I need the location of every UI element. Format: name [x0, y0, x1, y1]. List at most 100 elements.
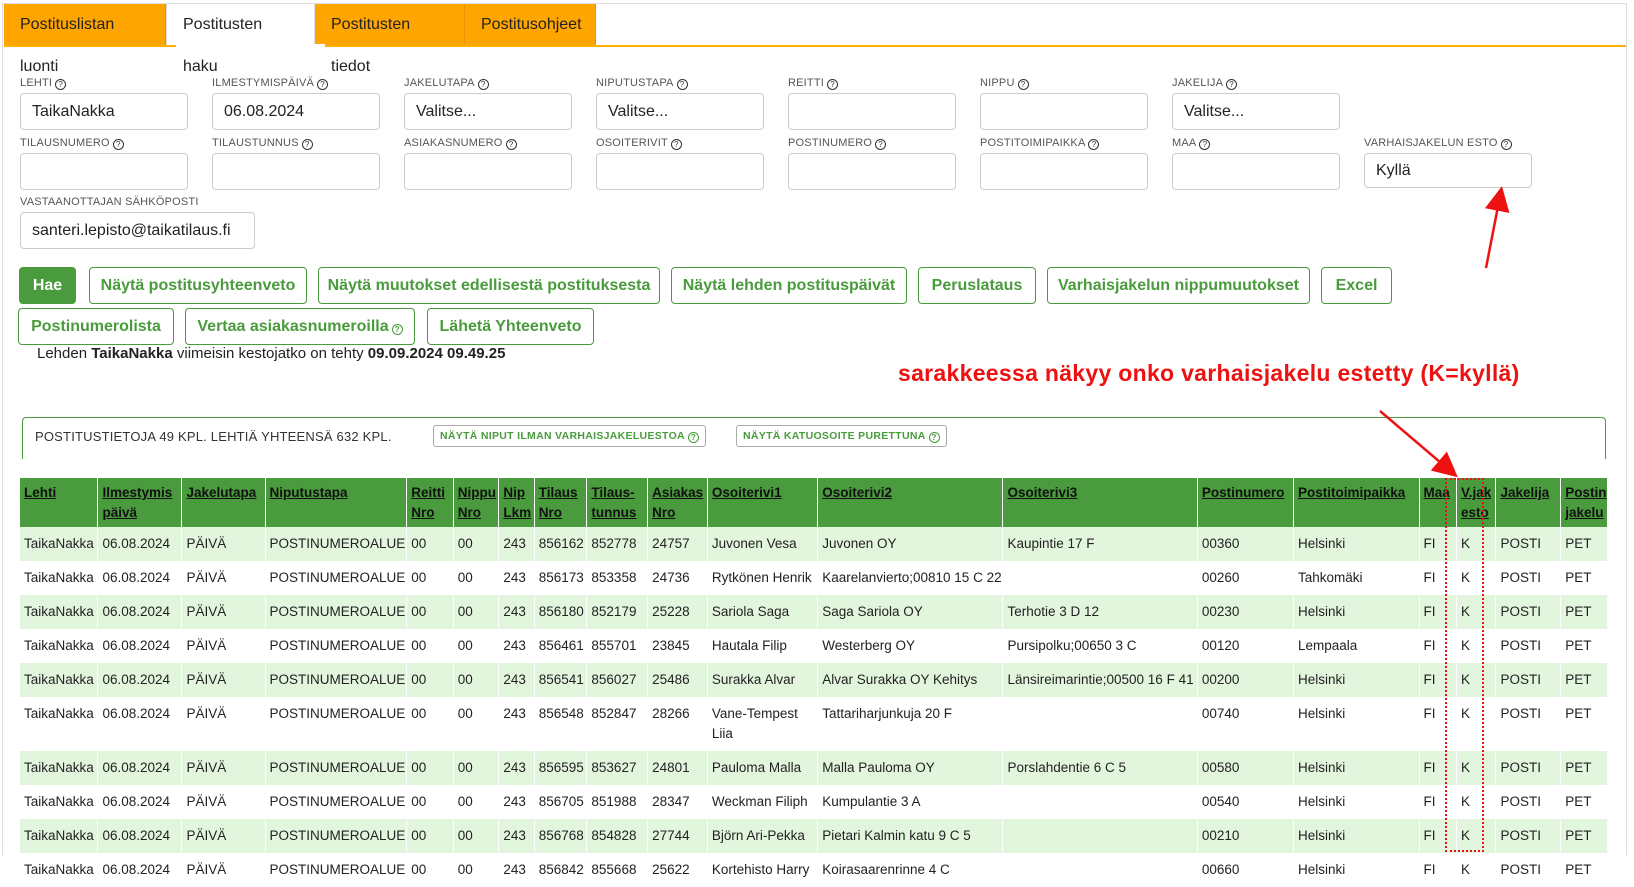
column-header[interactable]: Reitti Nro — [406, 478, 454, 527]
help-icon[interactable]: ? — [1199, 139, 1211, 150]
table-cell: Juvonen OY — [817, 527, 1004, 561]
help-icon[interactable]: ? — [875, 139, 887, 150]
table-cell: Terhotie 3 D 12 — [1002, 595, 1198, 629]
hae-button[interactable]: Hae — [19, 267, 76, 304]
column-header[interactable]: Ilmestymis päivä — [97, 478, 183, 527]
column-header[interactable]: Postitoimipaikka — [1293, 478, 1420, 527]
table-row[interactable]: TaikaNakka 06.08.2024 PÄIVÄ POSTINUMEROALUE… — [20, 785, 1608, 819]
help-icon[interactable]: ? — [1226, 79, 1238, 90]
help-icon[interactable]: ? — [301, 139, 313, 150]
help-icon[interactable]: ? — [1088, 139, 1100, 150]
table-cell: 243 — [498, 751, 535, 785]
column-header[interactable]: Maa — [1419, 478, 1458, 527]
help-icon[interactable]: ? — [55, 79, 67, 90]
column-header[interactable]: Nip Lkm — [498, 478, 535, 527]
excel-button[interactable]: Excel — [1321, 267, 1392, 304]
nippumuutokset-button[interactable]: Varhaisjakelun nippumuutokset — [1047, 267, 1310, 304]
help-icon[interactable]: ? — [112, 139, 124, 150]
column-header[interactable]: Tilaus-tunnus — [586, 478, 649, 527]
laheta-yhteenveto-button[interactable]: Lähetä Yhteenveto — [427, 308, 594, 345]
vertaa-label: Vertaa asiakasnumeroilla — [197, 318, 389, 335]
column-header[interactable]: Nippu Nro — [453, 478, 500, 527]
help-icon[interactable]: ? — [1017, 79, 1029, 90]
column-header[interactable]: Postinumero — [1197, 478, 1295, 527]
vertaa-button[interactable]: Vertaa asiakasnumeroilla? — [185, 308, 415, 345]
table-cell: POSTINUMEROALUE — [265, 819, 408, 853]
help-icon[interactable]: ? — [477, 79, 489, 90]
niputustapa-select[interactable]: Valitse... — [596, 93, 764, 130]
table-cell: 243 — [498, 595, 535, 629]
postinumerolista-button[interactable]: Postinumerolista — [18, 308, 174, 345]
ilmestymispaiva-label: ILMESTYMISPÄIVÄ — [212, 77, 315, 89]
yhteenveto-button[interactable]: Näytä postitusyhteenveto — [89, 267, 307, 304]
table-row[interactable]: TaikaNakka 06.08.2024 PÄIVÄ POSTINUMEROALUE… — [20, 751, 1608, 785]
maa-input[interactable] — [1172, 153, 1340, 190]
katuosoite-purettuna-button[interactable]: NÄYTÄ KATUOSOITE PURETTUNA? — [736, 425, 947, 447]
table-cell: TaikaNakka — [20, 629, 99, 663]
table-cell: 00 — [453, 819, 500, 853]
niput-ilman-esto-button[interactable]: NÄYTÄ NIPUT ILMAN VARHAISJAKELUESTOA? — [433, 425, 706, 447]
table-row[interactable]: TaikaNakka 06.08.2024 PÄIVÄ POSTINUMEROALUE… — [20, 853, 1608, 887]
tilausnumero-input[interactable] — [20, 153, 188, 190]
ilmestymispaiva-input[interactable]: 06.08.2024 — [212, 93, 380, 130]
column-header[interactable]: Tilaus Nro — [534, 478, 588, 527]
column-header[interactable]: Postin jakelu — [1560, 478, 1608, 527]
table-row[interactable]: TaikaNakka 06.08.2024 PÄIVÄ POSTINUMEROALUE… — [20, 697, 1608, 751]
column-header[interactable]: Osoiterivi3 — [1002, 478, 1198, 527]
jakelutapa-select[interactable]: Valitse... — [404, 93, 572, 130]
column-header[interactable]: Jakelutapa — [181, 478, 266, 527]
tab-postitusten-tiedot[interactable]: Postitusten tiedot — [315, 4, 465, 75]
table-row[interactable]: TaikaNakka 06.08.2024 PÄIVÄ POSTINUMEROALUE… — [20, 629, 1608, 663]
help-icon[interactable]: ? — [317, 79, 329, 90]
sahkoposti-input[interactable]: santeri.lepisto@taikatilaus.fi — [20, 212, 255, 249]
help-icon[interactable]: ? — [676, 79, 688, 90]
column-header[interactable]: Lehti — [20, 478, 99, 527]
reitti-input[interactable] — [788, 93, 956, 130]
table-cell: 00540 — [1197, 785, 1295, 819]
postinumero-input[interactable] — [788, 153, 956, 190]
table-cell: 00 — [406, 663, 454, 697]
help-icon[interactable]: ? — [505, 139, 517, 150]
table-header-row: Lehti Ilmestymis päivä Jakelutapa Niputustap… — [20, 478, 1608, 527]
column-header[interactable]: Jakelija — [1495, 478, 1562, 527]
tab-postituslistan-luonti[interactable]: Postituslistan luonti — [4, 4, 166, 75]
table-row[interactable]: TaikaNakka 06.08.2024 PÄIVÄ POSTINUMEROALUE… — [20, 561, 1608, 595]
table-row[interactable]: TaikaNakka 06.08.2024 PÄIVÄ POSTINUMEROALUE… — [20, 595, 1608, 629]
table-cell: 851988 — [586, 785, 649, 819]
asiakasnumero-input[interactable] — [404, 153, 572, 190]
column-header[interactable]: Niputustapa — [265, 478, 408, 527]
table-cell: FI — [1419, 561, 1458, 595]
table-cell: Kaupintie 17 F — [1002, 527, 1198, 561]
table-row[interactable]: TaikaNakka 06.08.2024 PÄIVÄ POSTINUMEROALUE… — [20, 819, 1608, 853]
tab-postitusohjeet[interactable]: Postitusohjeet — [465, 4, 596, 46]
jakelija-select[interactable]: Valitse... — [1172, 93, 1340, 130]
table-cell: 00 — [453, 853, 500, 887]
table-cell — [1002, 853, 1198, 887]
table-cell: 00260 — [1197, 561, 1295, 595]
table-cell: Surakka Alvar — [707, 663, 819, 697]
table-cell: Tahkomäki — [1293, 561, 1420, 595]
varhaisjakelun-esto-select[interactable]: Kyllä — [1364, 153, 1532, 188]
muutokset-button[interactable]: Näytä muutokset edellisestä postituksest… — [318, 267, 660, 304]
lehti-input[interactable]: TaikaNakka — [20, 93, 188, 130]
help-icon[interactable]: ? — [670, 139, 682, 150]
table-cell: 25486 — [647, 663, 708, 697]
field-jakelija: JAKELIJA? Valitse... — [1172, 76, 1340, 130]
osoiterivit-input[interactable] — [596, 153, 764, 190]
column-header[interactable]: Asiakas Nro — [647, 478, 708, 527]
table-cell: 243 — [498, 785, 535, 819]
peruslataus-button[interactable]: Peruslataus — [918, 267, 1036, 304]
postituspaivat-button[interactable]: Näytä lehden postituspäivät — [671, 267, 907, 304]
nippu-input[interactable] — [980, 93, 1148, 130]
column-header[interactable]: Osoiterivi2 — [817, 478, 1004, 527]
table-row[interactable]: TaikaNakka 06.08.2024 PÄIVÄ POSTINUMEROALUE… — [20, 663, 1608, 697]
column-header[interactable]: V.jak esto — [1456, 478, 1497, 527]
table-row[interactable]: TaikaNakka 06.08.2024 PÄIVÄ POSTINUMEROALUE… — [20, 527, 1608, 561]
help-icon[interactable]: ? — [827, 79, 839, 90]
tab-postitusten-haku[interactable]: Postitusten haku — [166, 4, 315, 75]
help-icon[interactable]: ? — [1500, 139, 1512, 150]
column-header[interactable]: Osoiterivi1 — [707, 478, 819, 527]
table-cell: Pursipolku;00650 3 C — [1002, 629, 1198, 663]
tilaustunnus-input[interactable] — [212, 153, 380, 190]
postitoimipaikka-input[interactable] — [980, 153, 1148, 190]
